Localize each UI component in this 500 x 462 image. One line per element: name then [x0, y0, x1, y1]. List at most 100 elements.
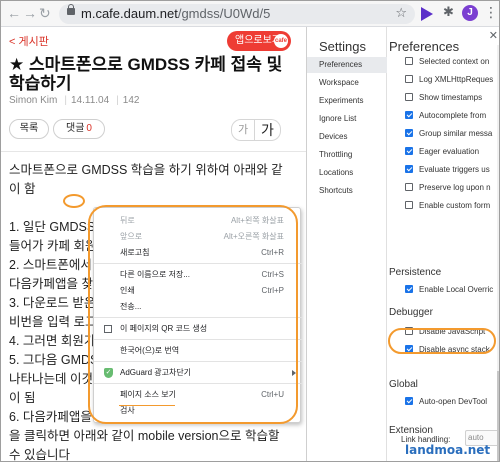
bookmark-star-icon[interactable]: ☆ — [395, 5, 407, 21]
profile-avatar[interactable]: J — [462, 5, 478, 21]
setting-checkbox-row[interactable]: Evaluate triggers us — [405, 163, 490, 177]
settings-tab[interactable]: Workspace — [307, 75, 387, 91]
reload-icon[interactable]: ↻ — [39, 5, 51, 21]
context-menu-item[interactable]: 다른 이름으로 저장... Ctrl+S — [94, 268, 302, 282]
context-menu-item[interactable]: 새로고침 Ctrl+R — [94, 246, 302, 260]
checkbox[interactable] — [405, 201, 413, 209]
post-body-line: 을 클릭하면 아래와 같이 mobile version으로 학습할 — [9, 429, 280, 443]
checkbox[interactable] — [405, 57, 413, 65]
context-menu: 뒤로 Alt+왼쪽 화살표앞으로 Alt+오른쪽 화살표새로고침 Ctrl+R 다른 이… — [93, 207, 302, 423]
back-arrow-icon[interactable]: ← — [7, 5, 21, 21]
url-path: /gmdss/U0Wd/5 — [177, 6, 271, 21]
checkbox[interactable] — [405, 285, 413, 293]
setting-label: Preserve log upon n — [419, 183, 491, 192]
post-meta: Simon Kim | 14.11.04 | 142 — [9, 95, 140, 106]
setting-checkbox-row[interactable]: Enable custom form — [405, 199, 490, 213]
setting-label: Selected context on — [419, 57, 490, 66]
checkbox[interactable] — [405, 397, 413, 405]
context-menu-item-label: 새로고침 — [120, 248, 150, 257]
setting-checkbox-row[interactable]: Disable async stack — [405, 343, 490, 357]
context-menu-item[interactable]: 한국어(으)로 번역 — [94, 344, 302, 358]
url-text: m.cafe.daum.net/gmdss/U0Wd/5 — [81, 6, 270, 21]
close-icon[interactable]: ✕ — [489, 29, 498, 42]
browser-toolbar: ← → ↻ m.cafe.daum.net/gmdss/U0Wd/5 ☆ ✱ J… — [1, 1, 499, 27]
setting-checkbox-row[interactable]: Auto-open DevTool — [405, 395, 487, 409]
checkbox[interactable] — [405, 327, 413, 335]
checkbox[interactable] — [405, 75, 413, 83]
setting-label: Auto-open DevTool — [419, 397, 488, 406]
context-menu-item[interactable]: ✓ AdGuard 광고차단기 — [94, 366, 302, 380]
extension-play-icon[interactable] — [421, 7, 433, 21]
post-body-line: 수 있습니다 — [9, 448, 70, 462]
address-bar[interactable]: m.cafe.daum.net/gmdss/U0Wd/5 ☆ — [59, 4, 415, 24]
font-size-small-button[interactable]: 가 — [231, 119, 255, 141]
checkbox[interactable] — [405, 183, 413, 191]
settings-tab[interactable]: Preferences — [307, 57, 387, 73]
settings-sidebar: Settings Preferences Workspace Experiments… — [307, 27, 387, 461]
checkbox[interactable] — [405, 111, 413, 119]
setting-checkbox-row[interactable]: Disable JavaScript — [405, 325, 485, 339]
setting-checkbox-row[interactable]: Preserve log upon n — [405, 181, 491, 195]
setting-label: Show timestamps — [419, 93, 483, 102]
cafe-badge-icon: cafe — [274, 34, 288, 48]
context-menu-shortcut: Ctrl+R — [261, 248, 284, 257]
global-heading: Global — [389, 379, 418, 390]
context-menu-item[interactable]: 앞으로 Alt+오른쪽 화살표 — [94, 230, 302, 244]
extensions-puzzle-icon[interactable]: ✱ — [443, 4, 459, 20]
checkbox[interactable] — [405, 345, 413, 353]
context-menu-item[interactable]: 페이지 소스 보기 Ctrl+U — [94, 388, 302, 402]
open-in-app-button[interactable]: 앱으로보기 cafe — [227, 31, 291, 51]
settings-tab[interactable]: Locations — [307, 165, 387, 181]
settings-tab[interactable]: Shortcuts — [307, 183, 387, 199]
forward-arrow-icon[interactable]: → — [23, 5, 37, 21]
font-size-large-button[interactable]: 가 — [255, 119, 281, 141]
checkbox[interactable] — [405, 93, 413, 101]
context-menu-item-label: 검사 — [120, 406, 135, 415]
setting-checkbox-row[interactable]: Log XMLHttpReques — [405, 73, 493, 87]
checkbox[interactable] — [405, 165, 413, 173]
url-host: m.cafe.daum.net — [81, 6, 178, 21]
setting-checkbox-row[interactable]: Group similar messa — [405, 127, 492, 141]
qr-code-icon — [104, 325, 112, 333]
setting-label: Log XMLHttpReques — [419, 75, 494, 84]
setting-label: Evaluate triggers us — [419, 165, 490, 174]
settings-tab[interactable]: Experiments — [307, 93, 387, 109]
post-date: 14.11.04 — [70, 95, 110, 106]
setting-checkbox-row[interactable]: Selected context on — [405, 55, 489, 69]
setting-label: Eager evaluation — [419, 147, 480, 156]
context-menu-item[interactable]: 뒤로 Alt+왼쪽 화살표 — [94, 214, 302, 228]
setting-label: Enable custom form — [419, 201, 491, 210]
context-menu-item-label: 뒤로 — [120, 216, 135, 225]
context-menu-shortcut: Ctrl+P — [261, 286, 284, 295]
context-menu-item-label: 한국어(으)로 번역 — [120, 346, 180, 355]
adguard-shield-icon: ✓ — [104, 368, 113, 378]
browser-menu-icon[interactable]: ⋮ — [484, 4, 499, 20]
context-menu-item[interactable]: 전송... — [94, 300, 302, 314]
settings-tab[interactable]: Throttling — [307, 147, 387, 163]
setting-label: Enable Local Overric — [419, 285, 494, 294]
board-back-link[interactable]: < 게시판 — [9, 33, 49, 49]
settings-heading: Settings — [319, 39, 366, 54]
menu-separator — [94, 361, 302, 362]
setting-checkbox-row[interactable]: Show timestamps — [405, 91, 482, 105]
setting-checkbox-row[interactable]: Autocomplete from — [405, 109, 486, 123]
context-menu-item-label: 전송... — [120, 302, 142, 311]
checkbox[interactable] — [405, 129, 413, 137]
checkbox[interactable] — [405, 147, 413, 155]
settings-tab[interactable]: Ignore List — [307, 111, 387, 127]
context-menu-item-label: 페이지 소스 보기 — [120, 390, 176, 399]
context-menu-item[interactable]: 검사 — [94, 404, 302, 418]
post-body-line: 이 함 — [9, 182, 36, 196]
context-menu-item-label: 인쇄 — [120, 286, 135, 295]
setting-label: Group similar messa — [419, 129, 493, 138]
lock-icon — [67, 4, 75, 15]
context-menu-item[interactable]: 이 페이지의 QR 코드 생성 — [94, 322, 302, 336]
setting-checkbox-row[interactable]: Eager evaluation — [405, 145, 479, 159]
setting-checkbox-row[interactable]: Enable Local Overric — [405, 283, 493, 297]
comment-button[interactable]: 댓글 0 — [53, 119, 105, 139]
settings-tab[interactable]: Devices — [307, 129, 387, 145]
setting-label: Disable JavaScript — [419, 327, 486, 336]
context-menu-item[interactable]: 인쇄 Ctrl+P — [94, 284, 302, 298]
list-button[interactable]: 목록 — [9, 119, 49, 139]
post-title: ★ 스마트폰으로 GMDSS 카페 접속 및 학습하기 — [9, 55, 283, 93]
